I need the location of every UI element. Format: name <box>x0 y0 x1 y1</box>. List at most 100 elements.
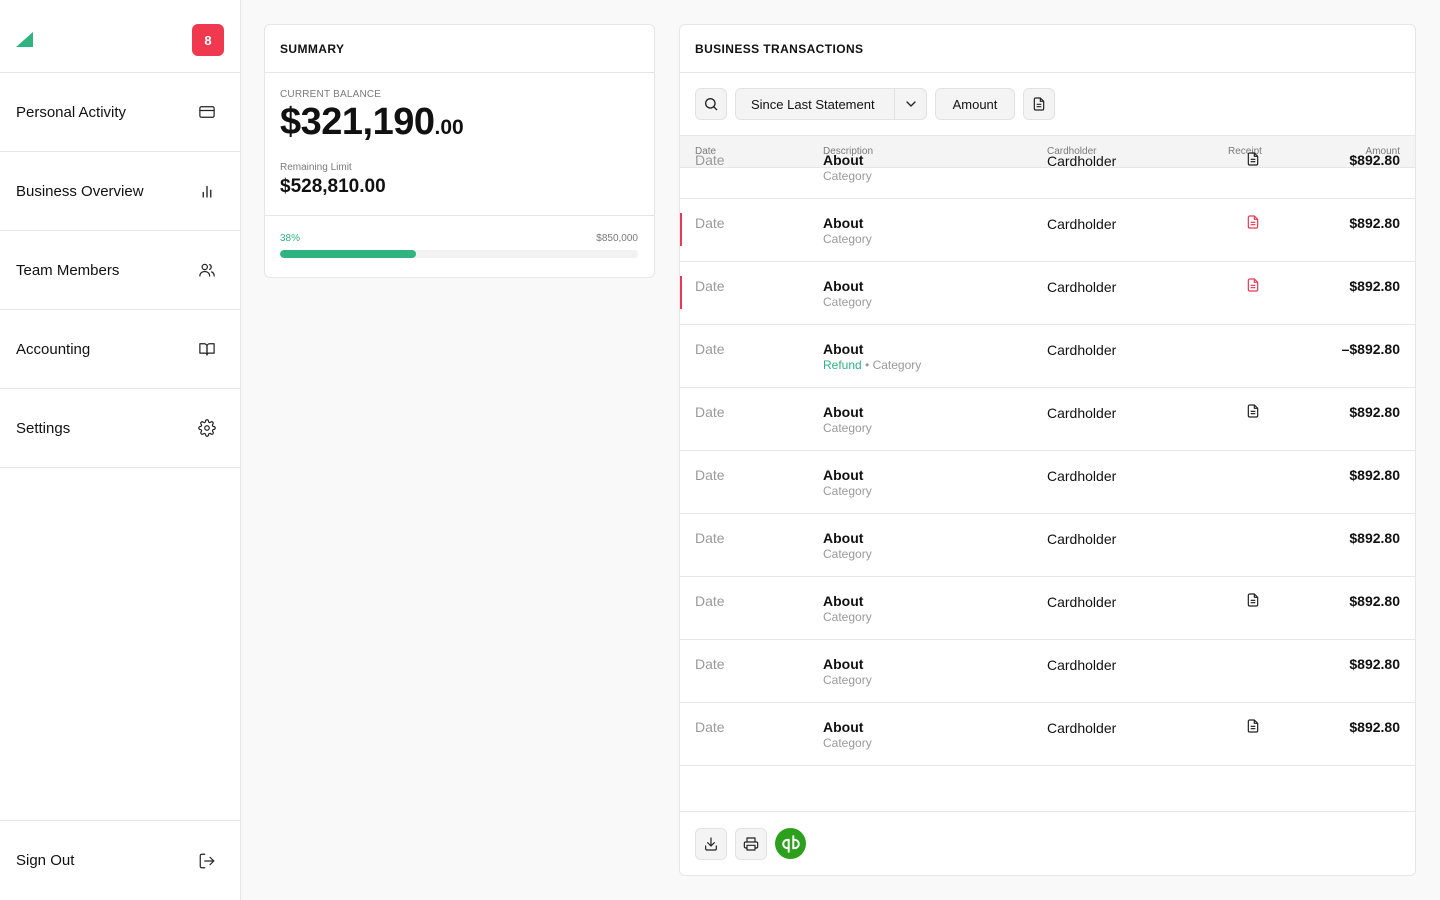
sidebar: 8 Personal Activity Business Overview Te… <box>0 0 241 900</box>
period-select[interactable]: Since Last Statement <box>735 88 927 120</box>
printer-icon <box>743 836 759 852</box>
row-subtext: Category <box>823 295 872 309</box>
category-label: Category <box>823 169 872 183</box>
row-cardholder: Cardholder <box>1047 216 1117 232</box>
receipt-icon[interactable] <box>1245 403 1261 419</box>
business-transactions-card: BUSINESS TRANSACTIONS Since Last Stateme… <box>679 24 1416 876</box>
row-subtext: Category <box>823 736 872 750</box>
transactions-toolbar: Since Last Statement Amount <box>680 73 1415 136</box>
table-row[interactable]: Date About Category Cardholder $892.80 <box>680 640 1415 703</box>
table-row[interactable]: Date About Category Cardholder $892.80 <box>680 577 1415 640</box>
row-cardholder: Cardholder <box>1047 342 1117 358</box>
row-amount: $892.80 <box>1349 152 1400 168</box>
limit-progress: 38% $850,000 <box>265 216 654 258</box>
receipt-filter-button[interactable] <box>1023 88 1055 120</box>
sidebar-item-business-overview[interactable]: Business Overview <box>0 152 240 231</box>
sidebar-item-accounting[interactable]: Accounting <box>0 310 240 389</box>
document-icon <box>1031 96 1047 112</box>
current-balance-label: CURRENT BALANCE <box>280 89 382 100</box>
row-amount: $892.80 <box>1349 593 1400 609</box>
row-subtext: Refund • Category <box>823 358 921 372</box>
period-select-value: Since Last Statement <box>751 96 875 112</box>
sign-out-label: Sign Out <box>16 852 75 869</box>
table-row[interactable]: Date About Category Cardholder $892.80 <box>680 703 1415 766</box>
row-about: About <box>823 593 864 609</box>
row-about: About <box>823 404 864 420</box>
quickbooks-button[interactable] <box>775 828 806 859</box>
receipt-icon[interactable] <box>1245 718 1261 734</box>
category-label: Category <box>823 736 872 750</box>
row-date: Date <box>695 530 725 546</box>
print-button[interactable] <box>735 827 767 860</box>
download-icon <box>703 836 719 852</box>
category-label: Category <box>823 484 872 498</box>
balance-section: CURRENT BALANCE $321,190.00 Remaining Li… <box>265 73 654 216</box>
category-label: Category <box>872 358 922 372</box>
receipt-icon[interactable] <box>1245 592 1261 608</box>
receipt-icon[interactable] <box>1245 151 1261 167</box>
notification-badge[interactable]: 8 <box>192 24 224 56</box>
gear-icon <box>198 419 216 437</box>
amount-filter-button[interactable]: Amount <box>935 88 1015 120</box>
row-cardholder: Cardholder <box>1047 531 1117 547</box>
remaining-limit-label: Remaining Limit <box>280 162 352 173</box>
row-description: About Category <box>823 467 872 498</box>
table-row[interactable]: Date About Category Cardholder $892.80 <box>680 199 1415 262</box>
transactions-title: BUSINESS TRANSACTIONS <box>680 25 1415 73</box>
progress-percent: 38% <box>280 233 301 244</box>
table-row[interactable]: Date About Refund • Category Cardholder –$89… <box>680 325 1415 388</box>
table-row[interactable]: Date About Category Cardholder $892.80 <box>680 136 1415 199</box>
row-about: About <box>823 215 864 231</box>
category-label: Category <box>823 295 872 309</box>
row-description: About Category <box>823 152 872 183</box>
summary-title: SUMMARY <box>265 25 654 73</box>
row-amount: $892.80 <box>1349 530 1400 546</box>
row-description: About Category <box>823 215 872 246</box>
search-button[interactable] <box>695 88 727 120</box>
row-amount: $892.80 <box>1349 656 1400 672</box>
row-cardholder: Cardholder <box>1047 279 1117 295</box>
row-subtext: Category <box>823 547 872 561</box>
row-date: Date <box>695 404 725 420</box>
sidebar-item-team-members[interactable]: Team Members <box>0 231 240 310</box>
category-label: Category <box>823 547 872 561</box>
row-subtext: Category <box>823 610 872 624</box>
separator-dot: • <box>861 358 873 372</box>
category-label: Category <box>823 610 872 624</box>
row-date: Date <box>695 278 725 294</box>
row-description: About Category <box>823 278 872 309</box>
sidebar-item-settings[interactable]: Settings <box>0 389 240 468</box>
row-date: Date <box>695 215 725 231</box>
row-date: Date <box>695 152 725 168</box>
logo[interactable] <box>16 32 33 47</box>
row-description: About Category <box>823 530 872 561</box>
sidebar-item-label: Accounting <box>16 340 91 358</box>
row-subtext: Category <box>823 484 872 498</box>
receipt-missing-icon[interactable] <box>1245 214 1261 230</box>
sign-out-button[interactable]: Sign Out <box>0 820 240 900</box>
row-amount: –$892.80 <box>1341 341 1400 357</box>
download-button[interactable] <box>695 827 727 860</box>
row-cardholder: Cardholder <box>1047 594 1117 610</box>
sidebar-item-personal-activity[interactable]: Personal Activity <box>0 73 240 152</box>
row-description: About Category <box>823 593 872 624</box>
row-about: About <box>823 656 864 672</box>
row-amount: $892.80 <box>1349 719 1400 735</box>
balance-cents: .00 <box>434 116 464 139</box>
sidebar-header: 8 <box>0 0 240 73</box>
receipt-missing-icon[interactable] <box>1245 277 1261 293</box>
table-row[interactable]: Date About Category Cardholder $892.80 <box>680 388 1415 451</box>
bar-chart-icon <box>198 182 216 200</box>
credit-card-icon <box>198 103 216 121</box>
row-subtext: Category <box>823 673 872 687</box>
row-amount: $892.80 <box>1349 467 1400 483</box>
chevron-down-icon[interactable] <box>894 89 926 119</box>
table-row[interactable]: Date About Category Cardholder $892.80 <box>680 262 1415 325</box>
limit-total: $850,000 <box>596 233 638 244</box>
row-subtext: Category <box>823 232 872 246</box>
table-row[interactable]: Date About Category Cardholder $892.80 <box>680 514 1415 577</box>
table-row[interactable]: Date About Category Cardholder $892.80 <box>680 451 1415 514</box>
row-about: About <box>823 152 864 168</box>
sidebar-item-label: Settings <box>16 419 71 437</box>
logout-icon <box>198 852 216 870</box>
